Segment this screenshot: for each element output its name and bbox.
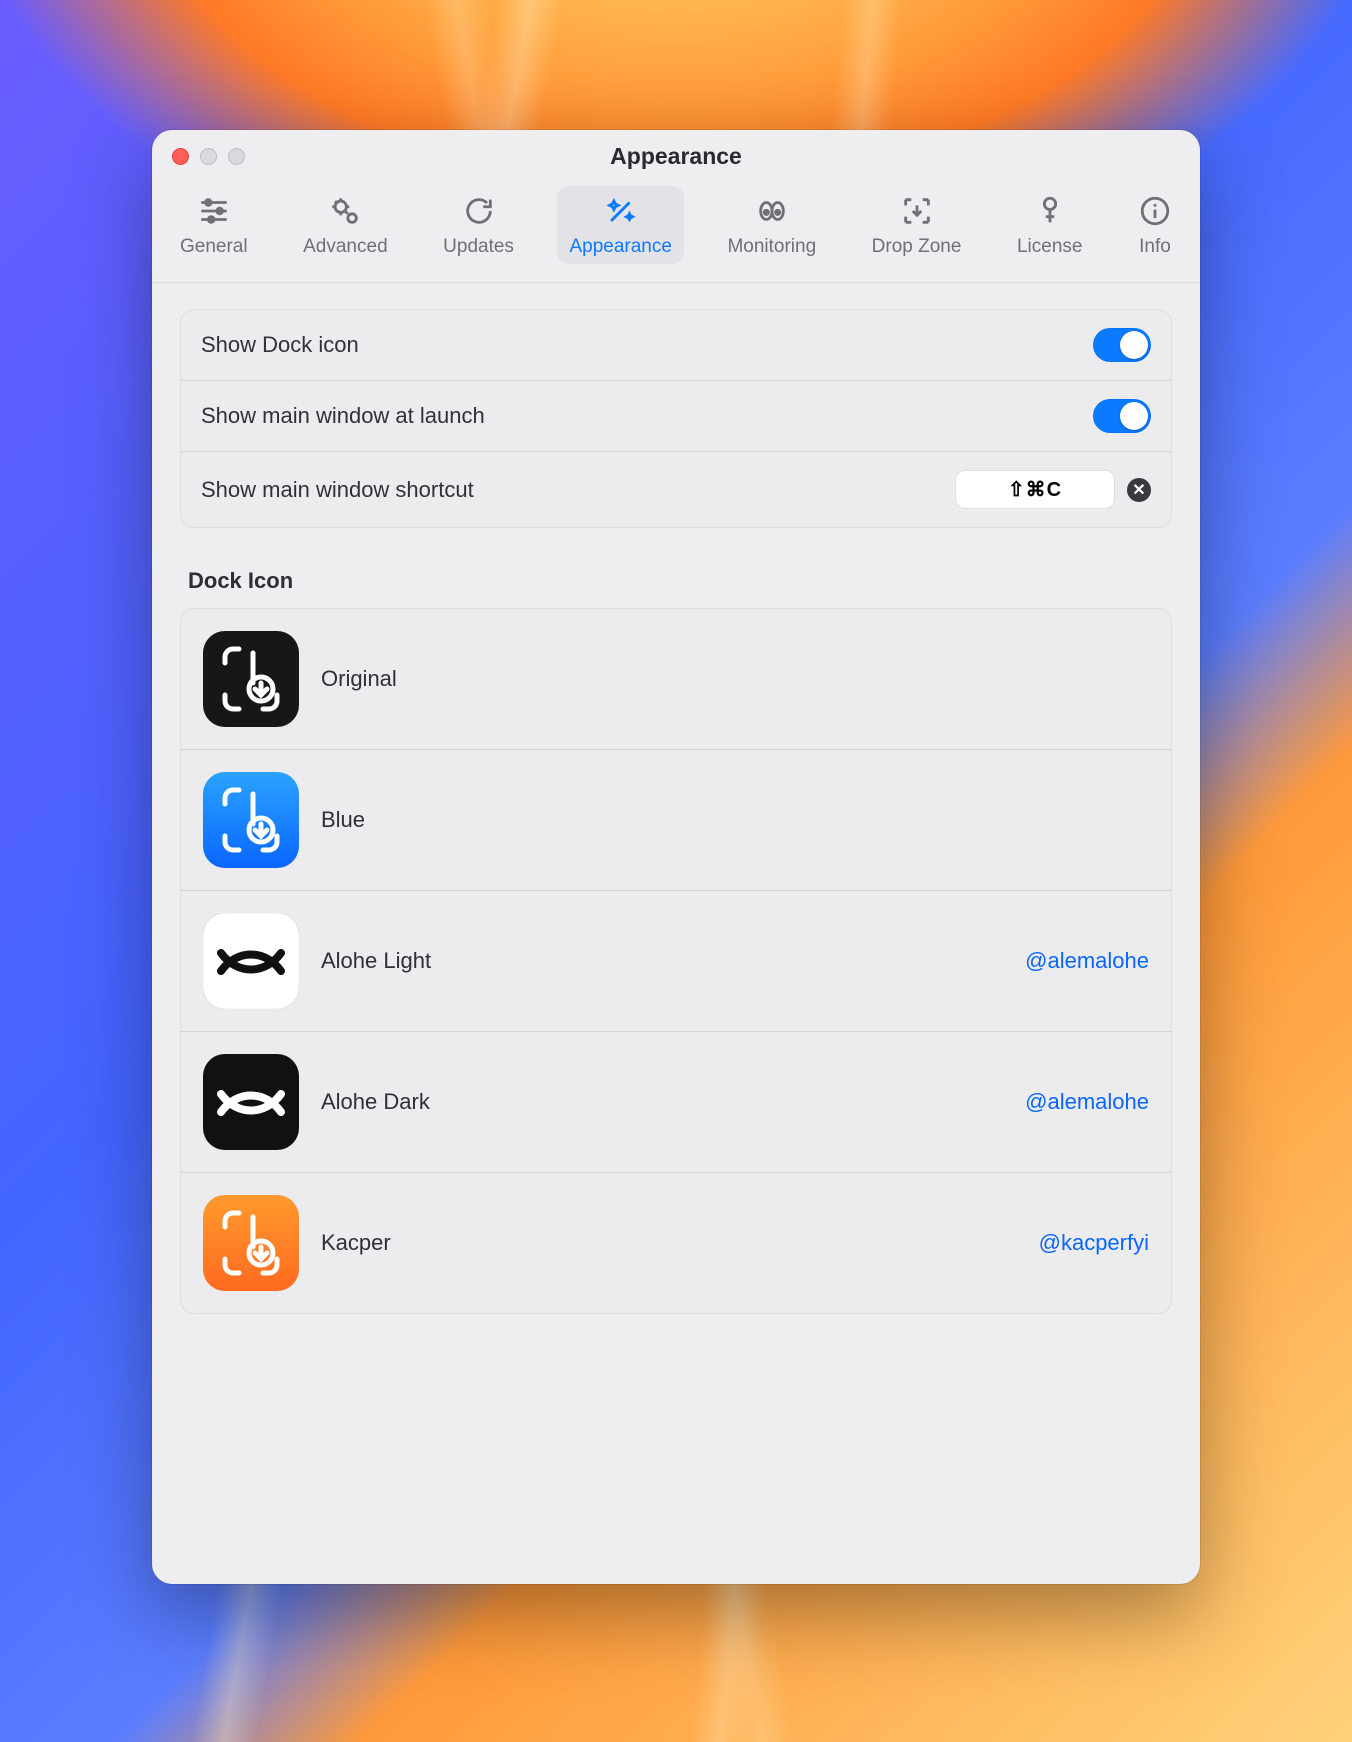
tab-info[interactable]: Info (1126, 186, 1184, 264)
tab-label: Info (1139, 236, 1171, 258)
setting-label: Show Dock icon (201, 332, 359, 358)
dock-icon-credit-link[interactable]: @kacperfyi (1039, 1230, 1149, 1256)
content-area: Show Dock icon Show main window at launc… (152, 283, 1200, 1340)
dock-icon-item-alohe-dark[interactable]: Alohe Dark @alemalohe (181, 1031, 1171, 1172)
dock-icon-section-title: Dock Icon (188, 568, 1164, 594)
sliders-icon (197, 194, 231, 228)
window-title: Appearance (152, 143, 1200, 170)
dock-icon-name: Original (321, 666, 1149, 692)
dock-icon-item-blue[interactable]: Blue (181, 749, 1171, 890)
dock-icon-list: Original (180, 608, 1172, 1314)
clear-shortcut-icon[interactable]: ✕ (1127, 478, 1151, 502)
toggle-knob (1120, 402, 1148, 430)
dock-icon-item-alohe-light[interactable]: Alohe Light @alemalohe (181, 890, 1171, 1031)
dock-icon-credit-link[interactable]: @alemalohe (1025, 1089, 1149, 1115)
tab-label: Drop Zone (872, 236, 962, 258)
dock-icon-thumb-alohe-light (203, 913, 299, 1009)
preferences-toolbar: General Advanced Updates Appearance Moni… (152, 182, 1200, 283)
row-show-main-window-at-launch: Show main window at launch (181, 380, 1171, 451)
info-icon (1138, 194, 1172, 228)
preferences-window: Appearance General Advanced Updates App (152, 130, 1200, 1584)
row-show-main-window-shortcut: Show main window shortcut ⇧⌘C ✕ (181, 451, 1171, 527)
minimize-button[interactable] (200, 148, 217, 165)
eyes-icon (755, 194, 789, 228)
tab-appearance[interactable]: Appearance (557, 186, 683, 264)
dock-icon-thumb-kacper (203, 1195, 299, 1291)
dock-icon-thumb-blue (203, 772, 299, 868)
tab-drop-zone[interactable]: Drop Zone (860, 186, 974, 264)
setting-label: Show main window shortcut (201, 477, 474, 503)
tab-label: General (180, 236, 248, 258)
tab-label: Monitoring (727, 236, 816, 258)
sparkle-wand-icon (604, 194, 638, 228)
setting-label: Show main window at launch (201, 403, 485, 429)
dock-icon-thumb-alohe-dark (203, 1054, 299, 1150)
dock-icon-thumb-original (203, 631, 299, 727)
tab-label: Updates (443, 236, 514, 258)
dock-icon-name: Blue (321, 807, 1149, 833)
close-button[interactable] (172, 148, 189, 165)
tab-updates[interactable]: Updates (431, 186, 526, 264)
gears-icon (328, 194, 362, 228)
tab-advanced[interactable]: Advanced (291, 186, 400, 264)
shortcut-field[interactable]: ⇧⌘C (955, 470, 1115, 509)
dock-icon-item-original[interactable]: Original (181, 609, 1171, 749)
toggle-show-dock-icon[interactable] (1093, 328, 1151, 362)
key-icon (1033, 194, 1067, 228)
dock-icon-name: Kacper (321, 1230, 1017, 1256)
titlebar: Appearance (152, 130, 1200, 182)
dropzone-icon (900, 194, 934, 228)
toggle-show-main-window[interactable] (1093, 399, 1151, 433)
tab-general[interactable]: General (168, 186, 260, 264)
dock-icon-name: Alohe Light (321, 948, 1003, 974)
settings-panel: Show Dock icon Show main window at launc… (180, 309, 1172, 528)
tab-label: License (1017, 236, 1083, 258)
dock-icon-name: Alohe Dark (321, 1089, 1003, 1115)
window-controls (172, 148, 245, 165)
tab-monitoring[interactable]: Monitoring (715, 186, 828, 264)
refresh-icon (462, 194, 496, 228)
toggle-knob (1120, 331, 1148, 359)
dock-icon-item-kacper[interactable]: Kacper @kacperfyi (181, 1172, 1171, 1313)
dock-icon-credit-link[interactable]: @alemalohe (1025, 948, 1149, 974)
tab-license[interactable]: License (1005, 186, 1095, 264)
tab-label: Advanced (303, 236, 388, 258)
shortcut-wrap: ⇧⌘C ✕ (955, 470, 1151, 509)
zoom-button[interactable] (228, 148, 245, 165)
row-show-dock-icon: Show Dock icon (181, 310, 1171, 380)
tab-label: Appearance (569, 236, 671, 258)
